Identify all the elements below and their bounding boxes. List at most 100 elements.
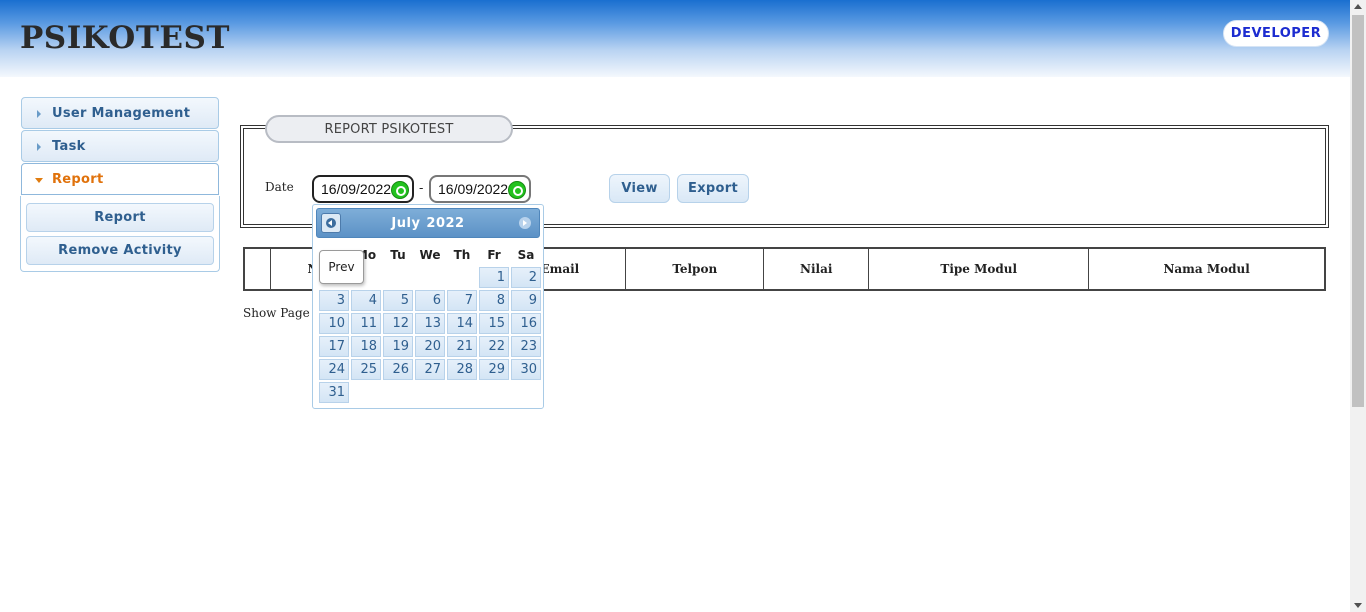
calendar-day-cell[interactable]: 1 [479,267,509,288]
fieldset-legend: REPORT PSIKOTEST [265,115,513,143]
sidebar-item-task[interactable]: Task [21,130,219,162]
calendar-day[interactable]: 25 [351,359,381,380]
calendar-day-cell[interactable]: 18 [351,336,381,357]
calendar-day[interactable]: 1 [479,267,509,288]
calendar-day[interactable]: 28 [447,359,477,380]
datepicker-year: 2022 [426,216,465,231]
calendar-day-cell[interactable]: 30 [511,359,541,380]
calendar-day-cell[interactable]: 14 [447,313,477,334]
sidebar-item-label: Report [52,172,104,187]
weekday-label: Sa [517,248,535,262]
export-button[interactable]: Export [677,174,749,203]
submenu-report-button[interactable]: Report [26,203,214,232]
calendar-day[interactable]: 22 [479,336,509,357]
calendar-icon[interactable] [508,181,526,199]
calendar-day-cell[interactable]: 6 [415,290,445,311]
calendar-day[interactable]: 20 [415,336,445,357]
calendar-day-cell[interactable]: 19 [383,336,413,357]
calendar-day-cell[interactable]: 20 [415,336,445,357]
calendar-day[interactable]: 10 [319,313,349,334]
calendar-day[interactable]: 4 [351,290,381,311]
calendar-day[interactable]: 21 [447,336,477,357]
calendar-day-cell[interactable]: 22 [479,336,509,357]
calendar-day-cell[interactable]: 21 [447,336,477,357]
date-label: Date [265,180,294,194]
report-submenu: Report Remove Activity [20,196,220,272]
user-menu-button[interactable]: DEVELOPER [1223,20,1329,47]
calendar-day-cell[interactable]: 2 [511,267,541,288]
calendar-day[interactable]: 23 [511,336,541,357]
app-logo: PSIKOTEST [20,20,230,56]
calendar-day-cell[interactable]: 16 [511,313,541,334]
calendar-day-cell[interactable]: 29 [479,359,509,380]
calendar-day[interactable]: 3 [319,290,349,311]
caret-right-icon [37,143,41,151]
calendar-day[interactable]: 5 [383,290,413,311]
sidebar-item-label: Task [52,139,86,154]
calendar-day-cell[interactable]: 8 [479,290,509,311]
calendar-day[interactable]: 19 [383,336,413,357]
calendar-day-cell[interactable]: 17 [319,336,349,357]
calendar-empty-cell [479,382,509,403]
calendar-day-cell[interactable]: 4 [351,290,381,311]
calendar-week-row: 31 [319,382,541,403]
sidebar-menu: User Management Task Report Report Remov… [20,97,220,272]
calendar-day-cell[interactable]: 9 [511,290,541,311]
column-header [243,247,271,291]
next-month-icon[interactable] [519,217,531,229]
sidebar-item-user-management[interactable]: User Management [21,97,219,129]
calendar-day-cell[interactable]: 26 [383,359,413,380]
calendar-day-cell[interactable]: 15 [479,313,509,334]
calendar-day[interactable]: 6 [415,290,445,311]
calendar-day-cell[interactable]: 11 [351,313,381,334]
calendar-day-cell[interactable]: 12 [383,313,413,334]
calendar-icon[interactable] [391,181,409,199]
date-from-input[interactable]: 16/09/2022 [312,175,414,203]
calendar-day-cell[interactable]: 24 [319,359,349,380]
submenu-remove-activity-button[interactable]: Remove Activity [26,236,214,265]
calendar-day[interactable]: 13 [415,313,445,334]
sidebar-item-report[interactable]: Report [21,163,219,195]
pagination-label: Show Page : [243,306,318,320]
calendar-day-cell[interactable]: 27 [415,359,445,380]
column-header: Tipe Modul [868,247,1090,291]
calendar-day[interactable]: 31 [319,382,349,403]
weekday-label: Fr [487,248,501,262]
calendar-day-cell[interactable]: 31 [319,382,349,403]
scroll-up-arrow-icon[interactable] [1354,4,1362,9]
calendar-day[interactable]: 24 [319,359,349,380]
calendar-day[interactable]: 9 [511,290,541,311]
calendar-day-cell[interactable]: 3 [319,290,349,311]
calendar-day-cell[interactable]: 25 [351,359,381,380]
calendar-day-cell[interactable]: 5 [383,290,413,311]
scroll-thumb[interactable] [1352,15,1364,407]
calendar-day[interactable]: 15 [479,313,509,334]
calendar-day[interactable]: 30 [511,359,541,380]
calendar-day-cell[interactable]: 7 [447,290,477,311]
calendar-day[interactable]: 8 [479,290,509,311]
calendar-day[interactable]: 18 [351,336,381,357]
calendar-day[interactable]: 27 [415,359,445,380]
calendar-day[interactable]: 26 [383,359,413,380]
calendar-day[interactable]: 16 [511,313,541,334]
column-header: Telpon [625,247,765,291]
calendar-day[interactable]: 14 [447,313,477,334]
weekday-label: Th [453,248,471,262]
calendar-week-row: 3456789 [319,290,541,311]
calendar-day[interactable]: 2 [511,267,541,288]
scroll-down-arrow-icon[interactable] [1354,603,1362,608]
calendar-day-cell[interactable]: 13 [415,313,445,334]
calendar-day[interactable]: 29 [479,359,509,380]
calendar-day-cell[interactable]: 28 [447,359,477,380]
view-button[interactable]: View [609,174,670,203]
calendar-day[interactable]: 7 [447,290,477,311]
calendar-empty-cell [383,267,413,288]
calendar-day[interactable]: 12 [383,313,413,334]
calendar-day-cell[interactable]: 23 [511,336,541,357]
calendar-day-cell[interactable]: 10 [319,313,349,334]
calendar-empty-cell [383,382,413,403]
page-scrollbar[interactable] [1350,0,1366,612]
calendar-day[interactable]: 17 [319,336,349,357]
date-to-input[interactable]: 16/09/2022 [429,175,531,203]
calendar-day[interactable]: 11 [351,313,381,334]
